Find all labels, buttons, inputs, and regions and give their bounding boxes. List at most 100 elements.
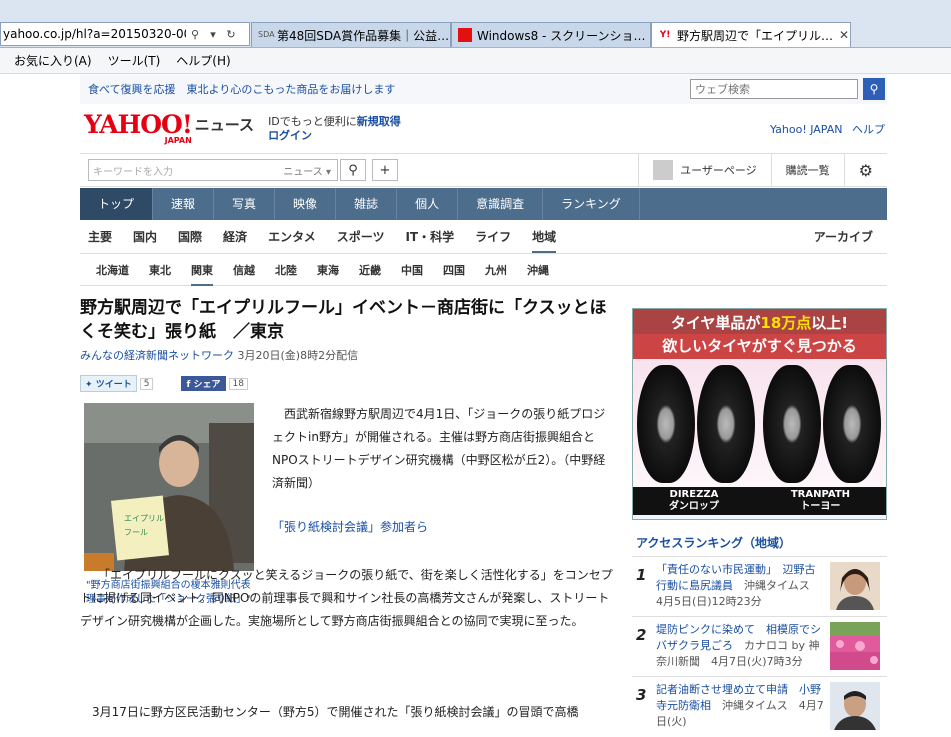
region-hokkaido[interactable]: 北海道 [96, 262, 129, 278]
settings-button[interactable]: ⚙ [843, 153, 887, 187]
cat-it-science[interactable]: IT・科学 [405, 228, 454, 245]
user-page-label: ユーザーページ [680, 164, 757, 177]
menu-help[interactable]: ヘルプ(H) [176, 52, 230, 69]
address-url[interactable]: yahoo.co.jp/hl?a=20150320-000 [1, 27, 186, 41]
brand-2: TRANPATH [790, 489, 851, 500]
signup-link[interactable]: 新規取得 [357, 115, 401, 128]
cat-entertainment[interactable]: エンタメ [268, 228, 316, 245]
tire-advertisement[interactable]: タイヤ単品が18万点以上! 欲しいタイヤがすぐ見つかる DIREZZA ダンロップ… [632, 308, 887, 520]
tire-icon [823, 365, 881, 483]
gnav-flash[interactable]: 速報 [153, 188, 215, 220]
ranking-item[interactable]: 2 堤防ピンクに染めて 相模原でシバザクラ見ごろ カナロコ by 神奈川新聞 4… [632, 616, 887, 676]
ranking-item[interactable]: 3 記者油断させ埋め立て申請 小野寺元防衛相 沖縄タイムス 4月7日(火) [632, 676, 887, 736]
article-photo[interactable]: エイプリル フール [84, 403, 254, 571]
region-kanto[interactable]: 関東 [191, 262, 213, 286]
photo-illustration: エイプリル フール [84, 403, 254, 571]
region-hokuriku[interactable]: 北陸 [275, 262, 297, 278]
yahoo-news-page: 食べて復興を応援 東北より心のこもった商品をお届けします ⚲ YAHOO!JAP… [80, 74, 887, 730]
ranking-thumbnail[interactable] [830, 562, 880, 610]
ad-headline-highlight: 18万点 [760, 314, 812, 332]
help-link[interactable]: ヘルプ [852, 123, 885, 136]
article-subhead-link[interactable]: 「張り紙検討会議」参加者ら [272, 518, 428, 535]
search-icon: ⚲ [348, 163, 358, 178]
region-okinawa[interactable]: 沖縄 [527, 262, 549, 278]
region-kinki[interactable]: 近畿 [359, 262, 381, 278]
gnav-ranking[interactable]: ランキング [543, 188, 640, 220]
search-icon: ⚲ [869, 82, 879, 96]
web-search-input[interactable] [690, 79, 858, 99]
ad-headline: タイヤ単品が18万点以上! [633, 309, 886, 334]
region-nav: 北海道 東北 関東 信越 北陸 東海 近畿 中国 四国 九州 沖縄 [80, 254, 887, 286]
region-tokai[interactable]: 東海 [317, 262, 339, 278]
refresh-icon[interactable]: ↻ [222, 28, 240, 41]
share-button[interactable]: f シェア [181, 376, 226, 391]
gnav-photo[interactable]: 写真 [214, 188, 276, 220]
tab-yahoo-news[interactable]: Y! 野方駅周辺で「エイプリル… ✕ [651, 22, 851, 47]
user-page-link[interactable]: ユーザーページ [638, 153, 771, 187]
rank-number: 3 [636, 686, 647, 704]
gnav-magazine[interactable]: 雑誌 [336, 188, 398, 220]
web-search-button[interactable]: ⚲ [863, 78, 885, 100]
id-text: IDでもっと便利に [268, 114, 357, 128]
cat-main[interactable]: 主要 [88, 228, 112, 245]
red-square-favicon-icon [458, 28, 472, 42]
promo-link[interactable]: 食べて復興を応援 東北より心のこもった商品をお届けします [88, 81, 395, 97]
article-paragraph-2: 「エイプリルフールにクスッと笑えるジョークの張り紙で、街を楽しく活性化する」をコ… [80, 568, 613, 628]
tire-icon [697, 365, 755, 483]
menu-tools[interactable]: ツール(T) [108, 52, 161, 69]
article-paragraph-1: 西武新宿線野方駅周辺で4月1日、「ジョークの張り紙プロジェクトin野方」が開催さ… [272, 407, 606, 490]
subscription-link[interactable]: 購読一覧 [770, 153, 844, 187]
tab-label: 第48回SDA賞作品募集｜公益… [277, 28, 450, 43]
tweet-button[interactable]: ✦ ツイート [80, 375, 137, 392]
ranking-thumbnail[interactable] [830, 682, 880, 730]
tires-image [633, 359, 886, 487]
yahoo-logo[interactable]: YAHOO! JAPAN ニュース [84, 110, 255, 146]
gnav-top[interactable]: トップ [80, 188, 154, 220]
share-count: 18 [228, 377, 248, 390]
article-title: 野方駅周辺で「エイプリルフール」イベント－商店街に「クスッとほくそ笑む」張り紙 … [80, 298, 607, 342]
service-name: ニュース [194, 116, 255, 134]
close-tab-icon[interactable]: ✕ [833, 28, 849, 42]
tweet-label: ツイート [95, 380, 132, 390]
yahoo-japan-link[interactable]: Yahoo! JAPAN [770, 123, 843, 136]
source-link[interactable]: みんなの経済新聞ネットワーク [80, 349, 234, 362]
cat-domestic[interactable]: 国内 [133, 228, 157, 245]
category-nav: 主要 国内 国際 経済 エンタメ スポーツ IT・科学 ライフ 地域 アーカイブ [80, 220, 887, 254]
region-kyushu[interactable]: 九州 [485, 262, 507, 278]
gnav-individual[interactable]: 個人 [397, 188, 459, 220]
article-meta: みんなの経済新聞ネットワーク 3月20日(金)8時2分配信 [80, 347, 615, 363]
menu-favorites[interactable]: お気に入り(A) [14, 52, 92, 69]
cat-economy[interactable]: 経済 [223, 228, 247, 245]
brand-1-sub: ダンロップ [668, 501, 719, 512]
region-shinetsu[interactable]: 信越 [233, 262, 255, 278]
tab-windows8[interactable]: Windows8 - スクリーンショ… [451, 22, 651, 47]
cat-international[interactable]: 国際 [178, 228, 202, 245]
ranking-item[interactable]: 1 「責任のない市民運動」 辺野古行動に島尻議員 沖縄タイムス 4月5日(日)1… [632, 556, 887, 616]
logo-text: YAHOO! [84, 110, 193, 139]
keyword-search-button[interactable]: ⚲ [340, 159, 366, 181]
cat-sports[interactable]: スポーツ [337, 228, 385, 245]
gnav-survey[interactable]: 意識調査 [458, 188, 544, 220]
dropdown-icon[interactable]: ▾ [204, 28, 222, 41]
tab-sda[interactable]: SDA 第48回SDA賞作品募集｜公益… [251, 22, 451, 47]
ranking-title: アクセスランキング（地域） [636, 536, 792, 550]
tool-row: キーワードを入力 ニュース ▾ ⚲ + ユーザーページ 購読一覧 ⚙ [80, 153, 887, 187]
gnav-video[interactable]: 映像 [275, 188, 337, 220]
tweet-count: 5 [139, 377, 154, 390]
ranking-thumbnail[interactable] [830, 622, 880, 670]
cat-life[interactable]: ライフ [475, 228, 511, 245]
svg-text:エイプリル: エイプリル [124, 514, 164, 523]
ad-headline-part3: 以上! [811, 314, 849, 332]
address-bar[interactable]: yahoo.co.jp/hl?a=20150320-000 ⚲ ▾ ↻ [0, 22, 250, 46]
cat-local[interactable]: 地域 [532, 228, 557, 253]
login-link[interactable]: ログイン [268, 129, 312, 142]
region-tohoku[interactable]: 東北 [149, 262, 171, 278]
scope-select[interactable]: ニュース ▾ [283, 163, 331, 178]
keyword-search-field[interactable]: キーワードを入力 ニュース ▾ [88, 159, 338, 181]
search-icon[interactable]: ⚲ [186, 28, 204, 41]
region-chugoku[interactable]: 中国 [401, 262, 423, 278]
archive-link[interactable]: アーカイブ [814, 228, 873, 245]
access-ranking: アクセスランキング（地域） 1 「責任のない市民運動」 辺野古行動に島尻議員 沖… [632, 534, 887, 736]
region-shikoku[interactable]: 四国 [443, 262, 465, 278]
add-button[interactable]: + [372, 159, 398, 181]
